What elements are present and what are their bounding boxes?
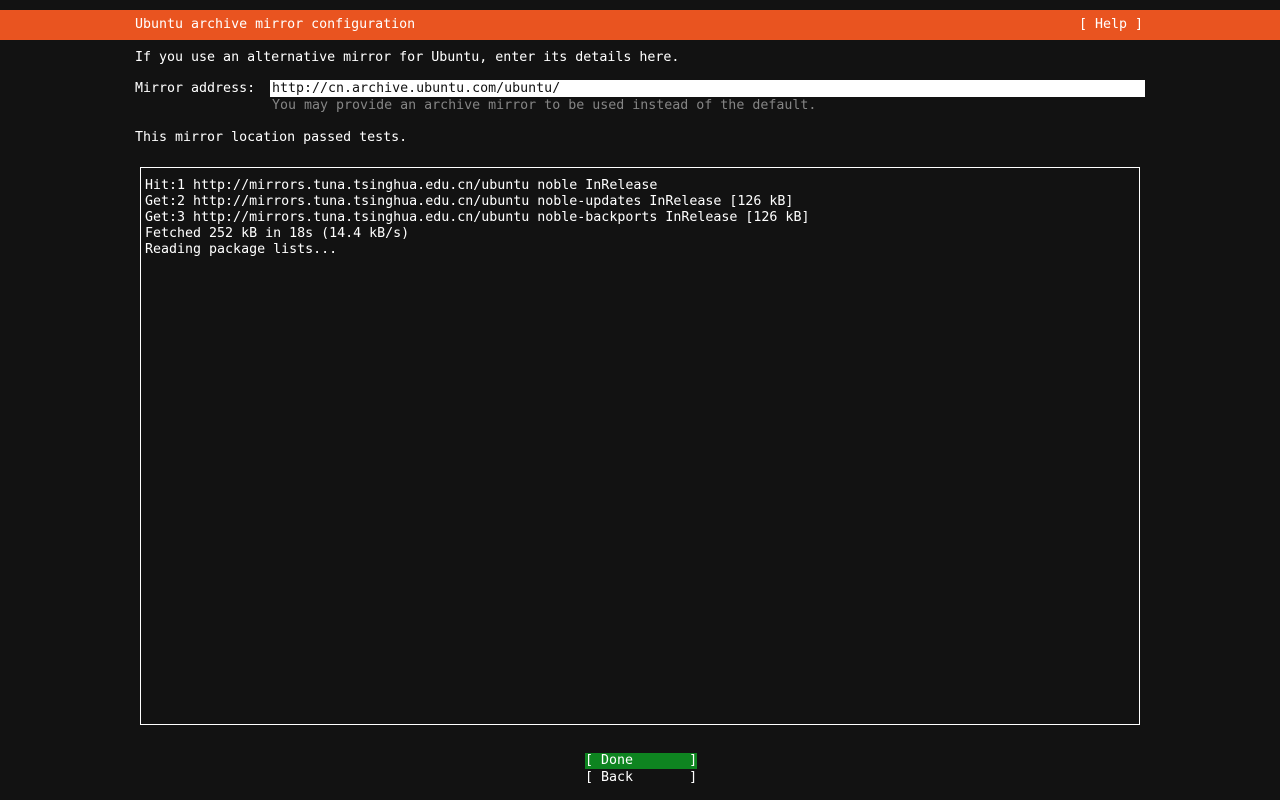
help-button[interactable]: [ Help ] — [1079, 17, 1143, 33]
mirror-address-label: Mirror address: — [135, 81, 255, 97]
intro-text: If you use an alternative mirror for Ubu… — [135, 50, 679, 66]
titlebar: Ubuntu archive mirror configuration [ He… — [0, 10, 1280, 40]
done-button[interactable]: [ Done ] — [585, 753, 697, 769]
log-line: Reading package lists... — [145, 242, 1135, 258]
installer-screen: Ubuntu archive mirror configuration [ He… — [0, 0, 1280, 800]
back-button[interactable]: [ Back ] — [585, 770, 697, 786]
apt-log-box: Hit:1 http://mirrors.tuna.tsinghua.edu.c… — [140, 167, 1140, 725]
log-line: Hit:1 http://mirrors.tuna.tsinghua.edu.c… — [145, 178, 1135, 194]
mirror-status-text: This mirror location passed tests. — [135, 130, 407, 146]
page-title: Ubuntu archive mirror configuration — [135, 17, 415, 33]
mirror-address-input[interactable] — [270, 80, 1145, 97]
mirror-address-hint: You may provide an archive mirror to be … — [272, 98, 816, 114]
log-line: Get:2 http://mirrors.tuna.tsinghua.edu.c… — [145, 194, 1135, 210]
log-line: Fetched 252 kB in 18s (14.4 kB/s) — [145, 226, 1135, 242]
log-line: Get:3 http://mirrors.tuna.tsinghua.edu.c… — [145, 210, 1135, 226]
